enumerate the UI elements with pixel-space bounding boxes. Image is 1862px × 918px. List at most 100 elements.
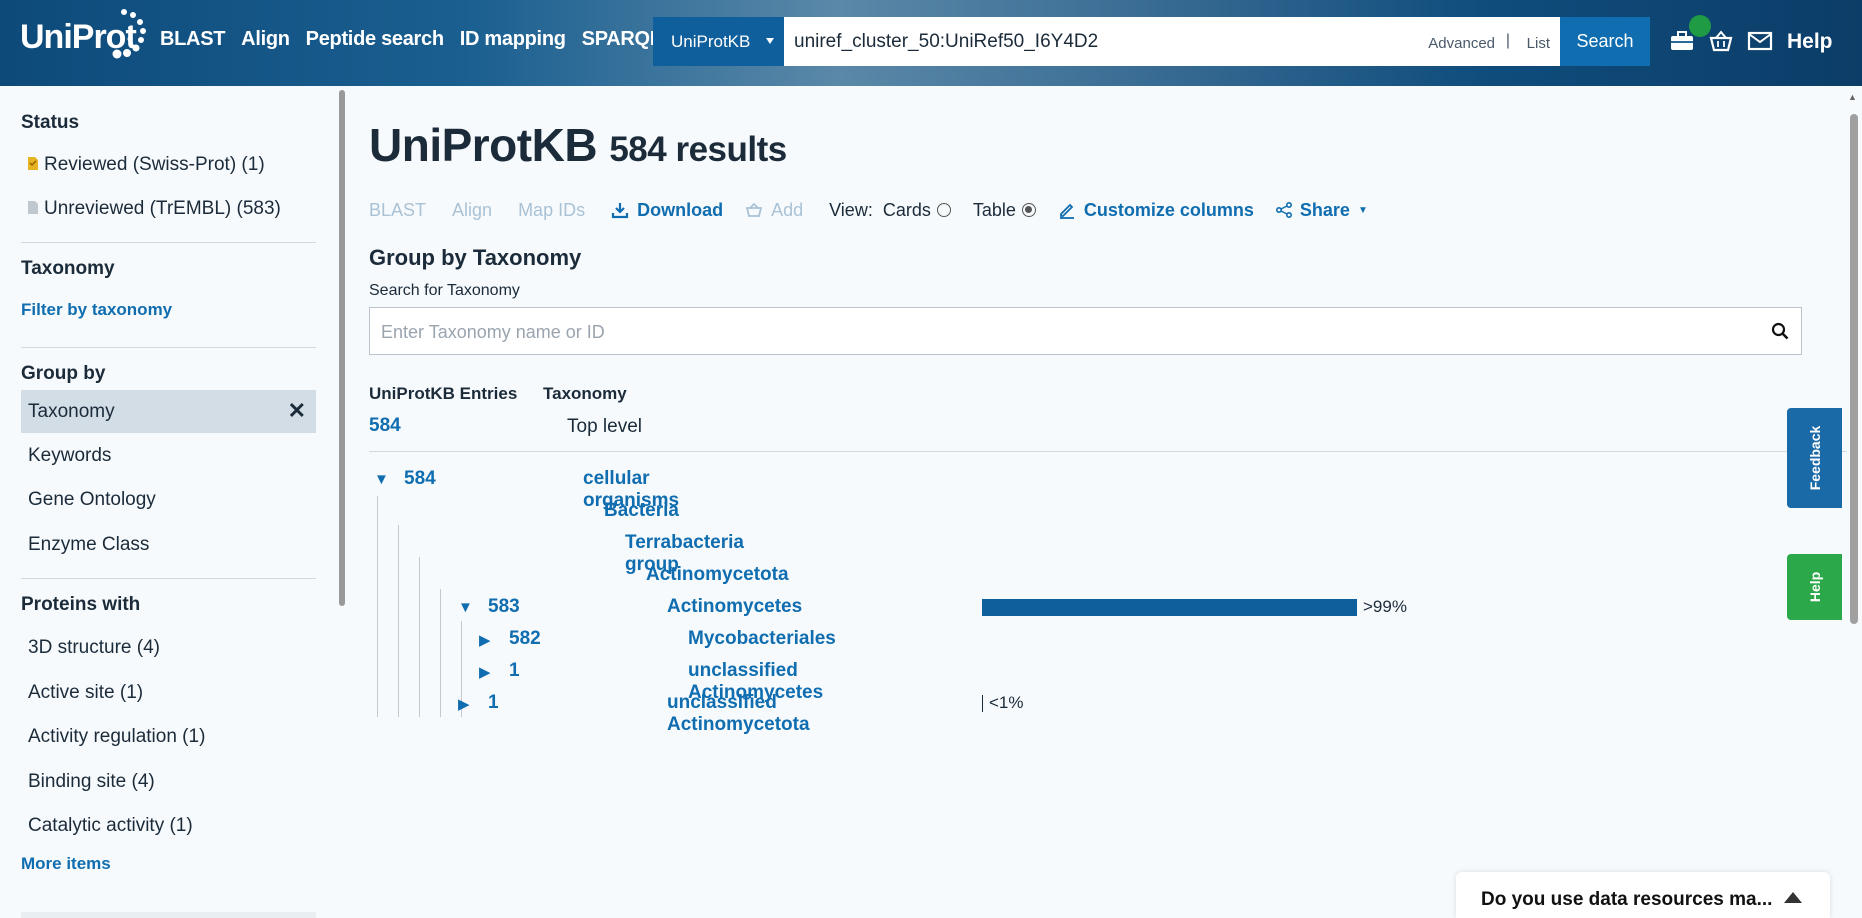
- pencil-icon: [1059, 203, 1074, 219]
- proteins-3d-structure[interactable]: 3D structure (4): [28, 637, 160, 659]
- customize-columns-button[interactable]: Customize columns: [1058, 200, 1254, 221]
- survey-popup[interactable]: Do you use data resources ma...: [1456, 872, 1830, 918]
- tree-count[interactable]: 1: [488, 692, 499, 714]
- basket-icon: [745, 202, 763, 217]
- percentage-bar: [982, 599, 1357, 616]
- tree-guide-line: [419, 557, 420, 717]
- main-scrollbar[interactable]: [1850, 114, 1858, 624]
- tree-taxon[interactable]: Actinomycetes: [667, 596, 802, 618]
- column-header-taxonomy: Taxonomy: [543, 384, 627, 403]
- chevron-down-icon: ▼: [1357, 204, 1368, 216]
- database-select[interactable]: UniProtKB: [653, 17, 784, 66]
- add-label: Add: [771, 199, 804, 220]
- tree-count[interactable]: 584: [404, 468, 436, 490]
- share-button[interactable]: Share ▼: [1275, 199, 1368, 221]
- database-select-label: UniProtKB: [671, 31, 751, 51]
- sidebar-scrollbar[interactable]: [339, 90, 345, 606]
- tree-taxon[interactable]: Actinomycetota: [646, 564, 789, 586]
- basket-icon[interactable]: [1708, 28, 1734, 54]
- status-reviewed[interactable]: Reviewed (Swiss-Prot) (1): [28, 154, 265, 176]
- align-button[interactable]: Align: [452, 200, 492, 221]
- group-by-taxonomy-active[interactable]: Taxonomy ✕: [21, 390, 316, 433]
- tree-count[interactable]: 1: [509, 660, 520, 682]
- top-level-label: Top level: [567, 416, 642, 437]
- blast-button[interactable]: BLAST: [369, 200, 426, 221]
- reviewed-doc-icon: [28, 157, 38, 170]
- group-by-heading: Group by: [21, 363, 106, 384]
- sidebar-divider: [21, 242, 316, 243]
- tree-guide-line: [377, 496, 378, 717]
- tree-count[interactable]: 582: [509, 628, 541, 650]
- mail-icon[interactable]: [1747, 28, 1773, 54]
- search-icon[interactable]: [1771, 322, 1789, 340]
- expand-toggle-icon[interactable]: ▶: [479, 631, 491, 649]
- tree-taxon[interactable]: Bacteria: [604, 500, 679, 522]
- help-link[interactable]: Help: [1787, 30, 1833, 54]
- page-title-db: UniProtKB: [369, 119, 598, 171]
- cards-radio[interactable]: [936, 203, 951, 217]
- logo-dots-icon: [112, 9, 146, 59]
- nav-peptide-search[interactable]: Peptide search: [306, 28, 444, 51]
- close-icon[interactable]: ✕: [288, 398, 306, 424]
- share-icon: [1275, 202, 1292, 218]
- sidebar-bottom-fade: [21, 912, 316, 918]
- map-ids-button[interactable]: Map IDs: [518, 200, 585, 221]
- group-by-keywords[interactable]: Keywords: [28, 445, 111, 467]
- download-icon: [611, 203, 629, 219]
- group-by-active-label: Taxonomy: [28, 401, 115, 422]
- nav-align[interactable]: Align: [241, 28, 290, 51]
- share-label: Share: [1299, 199, 1350, 220]
- proteins-binding-site[interactable]: Binding site (4): [28, 771, 155, 793]
- results-toolbar: BLAST Align Map IDs Download Add View: C…: [369, 198, 1390, 222]
- feedback-tab-label: Feedback: [1806, 425, 1823, 491]
- search-button[interactable]: Search: [1560, 17, 1650, 66]
- proteins-active-site[interactable]: Active site (1): [28, 682, 143, 704]
- tree-taxon[interactable]: Mycobacteriales: [688, 628, 836, 650]
- filter-by-taxonomy-link[interactable]: Filter by taxonomy: [21, 300, 172, 320]
- more-items-link[interactable]: More items: [21, 854, 111, 874]
- feedback-tab[interactable]: Feedback: [1787, 408, 1842, 508]
- proteins-catalytic-activity[interactable]: Catalytic activity (1): [28, 815, 193, 837]
- expand-toggle-icon[interactable]: ▶: [458, 695, 470, 713]
- tree-taxon[interactable]: unclassified Actinomycetota: [667, 692, 810, 736]
- search-query[interactable]: uniref_cluster_50:UniRef50_I6Y4D2: [794, 31, 1098, 53]
- status-unreviewed[interactable]: Unreviewed (TrEMBL) (583): [28, 198, 281, 220]
- expand-toggle-icon[interactable]: ▼: [458, 599, 473, 616]
- results-count: 584 results: [609, 130, 787, 169]
- group-by-enzyme-class[interactable]: Enzyme Class: [28, 534, 149, 556]
- advanced-search-link[interactable]: Advanced: [1428, 35, 1495, 52]
- main-nav: BLAST Align Peptide search ID mapping SP…: [160, 28, 662, 51]
- customize-columns-label: Customize columns: [1083, 199, 1254, 220]
- search-input[interactable]: uniref_cluster_50:UniRef50_I6Y4D2 Advanc…: [784, 17, 1560, 66]
- nav-id-mapping[interactable]: ID mapping: [460, 28, 566, 51]
- group-by-gene-ontology[interactable]: Gene Ontology: [28, 489, 156, 511]
- group-by-taxonomy-heading: Group by Taxonomy: [369, 245, 582, 270]
- status-reviewed-label: Reviewed (Swiss-Prot) (1): [44, 154, 265, 175]
- top-header: UniProt BLAST Align Peptide search ID ma…: [0, 0, 1862, 86]
- taxonomy-search-input[interactable]: Enter Taxonomy name or ID: [369, 307, 1802, 355]
- cards-label: Cards: [882, 199, 931, 220]
- expand-toggle-icon[interactable]: ▶: [479, 663, 491, 681]
- download-button[interactable]: Download: [611, 200, 723, 221]
- search-separator: |: [1505, 32, 1510, 49]
- nav-sparql[interactable]: SPARQL: [582, 28, 662, 51]
- tree-count[interactable]: 583: [488, 596, 520, 618]
- status-unreviewed-label: Unreviewed (TrEMBL) (583): [44, 198, 281, 219]
- expand-toggle-icon[interactable]: ▼: [374, 471, 389, 488]
- table-radio[interactable]: [1021, 203, 1036, 217]
- table-label: Table: [972, 199, 1016, 220]
- nav-blast[interactable]: BLAST: [160, 28, 225, 51]
- top-level-count[interactable]: 584: [369, 415, 401, 437]
- help-tab[interactable]: Help: [1787, 554, 1842, 620]
- taxonomy-heading: Taxonomy: [21, 258, 115, 279]
- page-title: UniProtKB 584 results: [369, 118, 787, 172]
- taxonomy-search-label: Search for Taxonomy: [369, 282, 520, 299]
- list-search-link[interactable]: List: [1527, 35, 1550, 52]
- chevron-down-icon: [766, 38, 774, 44]
- percentage-bar: [982, 695, 983, 712]
- main-scroll-up-arrow[interactable]: ▲: [1848, 92, 1857, 102]
- add-to-basket-button[interactable]: Add: [745, 200, 803, 221]
- proteins-activity-regulation[interactable]: Activity regulation (1): [28, 726, 205, 748]
- status-heading: Status: [21, 112, 80, 133]
- chevron-up-icon[interactable]: [1784, 892, 1802, 903]
